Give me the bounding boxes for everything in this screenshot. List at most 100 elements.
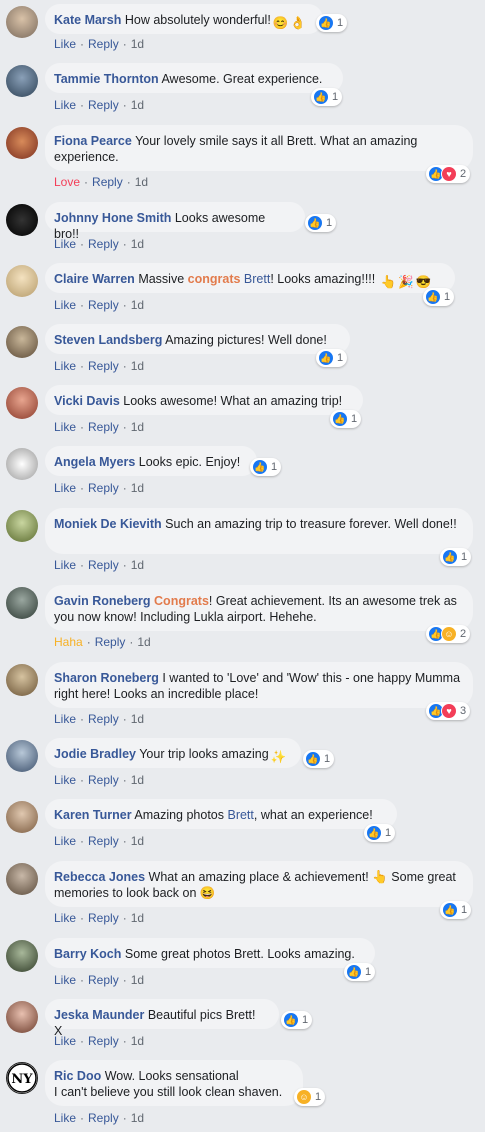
- reaction-summary[interactable]: ☺ 1: [294, 1088, 326, 1106]
- comment-author[interactable]: Kate Marsh: [54, 13, 121, 27]
- avatar[interactable]: [6, 265, 38, 297]
- like-button[interactable]: Like: [54, 37, 76, 51]
- avatar[interactable]: [6, 65, 38, 97]
- reply-button[interactable]: Reply: [88, 973, 119, 987]
- comment-author[interactable]: Karen Turner: [54, 808, 132, 822]
- like-button[interactable]: Like: [54, 98, 76, 112]
- timestamp[interactable]: 1d: [135, 175, 148, 189]
- like-button[interactable]: Like: [54, 834, 76, 848]
- reaction-summary[interactable]: 👍 1: [303, 750, 335, 768]
- avatar[interactable]: NY: [6, 1062, 38, 1094]
- timestamp[interactable]: 1d: [131, 1111, 144, 1125]
- like-button[interactable]: Like: [54, 712, 76, 726]
- reaction-summary[interactable]: 👍 ♥ 3: [426, 702, 471, 720]
- comment-author[interactable]: Steven Landsberg: [54, 333, 162, 347]
- comment-author[interactable]: Moniek De Kievith: [54, 517, 162, 531]
- reply-button[interactable]: Reply: [88, 712, 119, 726]
- mention-brett[interactable]: Brett: [227, 808, 253, 822]
- comment-author[interactable]: Rebecca Jones: [54, 870, 145, 884]
- reply-button[interactable]: Reply: [88, 420, 119, 434]
- avatar[interactable]: [6, 1001, 38, 1033]
- timestamp[interactable]: 1d: [131, 420, 144, 434]
- reaction-summary[interactable]: 👍 1: [423, 288, 455, 306]
- avatar[interactable]: [6, 510, 38, 542]
- timestamp[interactable]: 1d: [131, 37, 144, 51]
- comment-author[interactable]: Angela Myers: [54, 455, 135, 469]
- timestamp[interactable]: 1d: [131, 359, 144, 373]
- avatar[interactable]: [6, 587, 38, 619]
- comment-author[interactable]: Johnny Hone Smith: [54, 211, 171, 225]
- comment-author[interactable]: Gavin Roneberg: [54, 594, 151, 608]
- comment-author[interactable]: Sharon Roneberg: [54, 671, 159, 685]
- reaction-summary[interactable]: 👍 1: [250, 458, 282, 476]
- timestamp[interactable]: 1d: [131, 237, 144, 251]
- comment-author[interactable]: Ric Doo: [54, 1069, 101, 1083]
- timestamp[interactable]: 1d: [131, 712, 144, 726]
- avatar[interactable]: [6, 326, 38, 358]
- timestamp[interactable]: 1d: [131, 973, 144, 987]
- hashtag-congrats[interactable]: congrats: [188, 272, 241, 286]
- reply-button[interactable]: Reply: [88, 359, 119, 373]
- timestamp[interactable]: 1d: [131, 298, 144, 312]
- reply-button[interactable]: Reply: [88, 911, 119, 925]
- avatar[interactable]: [6, 664, 38, 696]
- timestamp[interactable]: 1d: [131, 834, 144, 848]
- avatar[interactable]: [6, 387, 38, 419]
- reply-button[interactable]: Reply: [88, 558, 119, 572]
- like-button[interactable]: Like: [54, 359, 76, 373]
- like-button[interactable]: Like: [54, 420, 76, 434]
- timestamp[interactable]: 1d: [131, 558, 144, 572]
- reaction-summary[interactable]: 👍 1: [311, 88, 343, 106]
- timestamp[interactable]: 1d: [131, 1034, 144, 1048]
- reaction-summary[interactable]: 👍 ☺ 2: [426, 625, 471, 643]
- like-button[interactable]: Like: [54, 1034, 76, 1048]
- reply-button[interactable]: Reply: [92, 175, 123, 189]
- reaction-summary[interactable]: 👍 1: [344, 963, 376, 981]
- like-button[interactable]: Like: [54, 481, 76, 495]
- comment-author[interactable]: Barry Koch: [54, 947, 121, 961]
- like-button[interactable]: Like: [54, 911, 76, 925]
- reply-button[interactable]: Reply: [88, 1034, 119, 1048]
- comment-author[interactable]: Fiona Pearce: [54, 134, 132, 148]
- like-button[interactable]: Like: [54, 1111, 76, 1125]
- reaction-summary[interactable]: 👍 ♥ 2: [426, 165, 471, 183]
- reaction-summary[interactable]: 👍 1: [316, 14, 348, 32]
- avatar[interactable]: [6, 204, 38, 236]
- timestamp[interactable]: 1d: [131, 911, 144, 925]
- reply-button[interactable]: Reply: [88, 98, 119, 112]
- reaction-summary[interactable]: 👍 1: [316, 349, 348, 367]
- reaction-summary[interactable]: 👍 1: [440, 901, 472, 919]
- reaction-summary[interactable]: 👍 1: [440, 548, 472, 566]
- avatar[interactable]: [6, 863, 38, 895]
- comment-author[interactable]: Tammie Thornton: [54, 72, 159, 86]
- comment-author[interactable]: Jeska Maunder: [54, 1008, 144, 1022]
- reply-button[interactable]: Reply: [88, 834, 119, 848]
- avatar[interactable]: [6, 6, 38, 38]
- reaction-summary[interactable]: 👍 1: [281, 1011, 313, 1029]
- mention-brett[interactable]: Brett: [244, 272, 270, 286]
- haha-button[interactable]: Haha: [54, 635, 83, 649]
- like-button[interactable]: Like: [54, 237, 76, 251]
- reply-button[interactable]: Reply: [88, 481, 119, 495]
- timestamp[interactable]: 1d: [131, 773, 144, 787]
- comment-author[interactable]: Vicki Davis: [54, 394, 120, 408]
- love-button[interactable]: Love: [54, 175, 80, 189]
- comment-author[interactable]: Claire Warren: [54, 272, 135, 286]
- reaction-summary[interactable]: 👍 1: [330, 410, 362, 428]
- timestamp[interactable]: 1d: [131, 481, 144, 495]
- like-button[interactable]: Like: [54, 773, 76, 787]
- avatar[interactable]: [6, 740, 38, 772]
- reply-button[interactable]: Reply: [88, 237, 119, 251]
- timestamp[interactable]: 1d: [137, 635, 150, 649]
- avatar[interactable]: [6, 127, 38, 159]
- reply-button[interactable]: Reply: [88, 37, 119, 51]
- avatar[interactable]: [6, 801, 38, 833]
- like-button[interactable]: Like: [54, 558, 76, 572]
- avatar[interactable]: [6, 940, 38, 972]
- reaction-summary[interactable]: 👍 1: [364, 824, 396, 842]
- reply-button[interactable]: Reply: [88, 298, 119, 312]
- reply-button[interactable]: Reply: [95, 635, 126, 649]
- avatar[interactable]: [6, 448, 38, 480]
- reply-button[interactable]: Reply: [88, 773, 119, 787]
- like-button[interactable]: Like: [54, 298, 76, 312]
